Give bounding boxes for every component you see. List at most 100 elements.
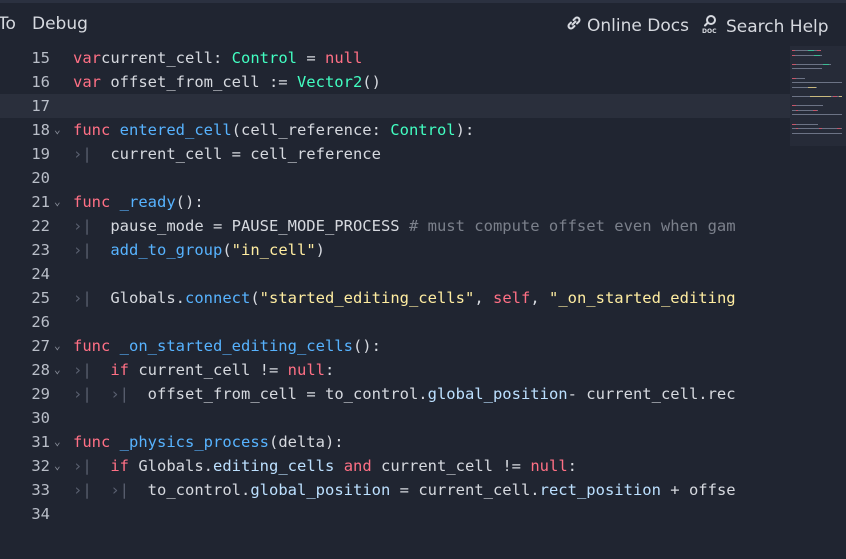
code-text: func _on_started_editing_cells(): — [73, 334, 783, 358]
line-number: 21 — [31, 193, 50, 211]
fold-arrow-icon[interactable]: ⌄ — [54, 118, 66, 142]
code-text: ›| pause_mode = PAUSE_MODE_PROCESS # mus… — [73, 214, 783, 238]
tab-indent-icon: ›| — [73, 145, 92, 163]
tab-indent-icon: ›| — [73, 457, 92, 475]
minimap-stroke — [816, 86, 817, 88]
line-number: 18 — [31, 121, 50, 139]
code-line[interactable]: 31 ⌄ func _physics_process(delta): — [0, 430, 790, 454]
code-line[interactable]: 29 ›| ›| offset_from_cell = to_control.gl… — [0, 382, 790, 406]
minimap-stroke — [827, 114, 841, 116]
tab-indent-icon: ›| — [73, 481, 92, 499]
code-line[interactable]: 25 ›| Globals.connect("started_editing_ce… — [0, 286, 790, 310]
code-line[interactable]: 17 — [0, 94, 790, 118]
line-number: 19 — [31, 145, 50, 163]
minimap-stroke — [802, 77, 805, 79]
line-number: 23 — [31, 241, 50, 259]
line-number: 20 — [31, 169, 50, 187]
code-token: pause_mode = PAUSE_MODE_PROCESS — [91, 217, 409, 235]
code-token: Globals. — [129, 457, 214, 475]
code-token: # must compute offset even when gam — [408, 217, 736, 235]
online-docs-button[interactable]: Online Docs — [565, 14, 689, 37]
code-token: "_on_started_editing — [548, 289, 736, 307]
code-token: to_control. — [129, 481, 251, 499]
online-docs-label: Online Docs — [587, 15, 689, 36]
line-number: 26 — [31, 313, 50, 331]
fold-arrow-icon[interactable]: ⌄ — [54, 430, 66, 454]
tab-indent-icon: ›| — [73, 241, 92, 259]
code-token: (): — [352, 337, 381, 355]
search-help-button[interactable]: DOC Search Help — [702, 14, 829, 39]
code-line[interactable]: 24 — [0, 262, 790, 286]
menu-debug[interactable]: Debug — [32, 14, 88, 34]
minimap-stroke — [838, 132, 842, 134]
code-line[interactable]: 27 ⌄ func _on_started_editing_cells(): — [0, 334, 790, 358]
link-icon — [565, 14, 583, 37]
code-minimap[interactable] — [790, 46, 846, 146]
code-token: Globals. — [91, 289, 185, 307]
menu-bar: To Debug Online Docs DOC Search Help — [0, 0, 846, 46]
svg-text:DOC: DOC — [702, 28, 717, 34]
code-line[interactable]: 28 ⌄ ›| if current_cell != null: — [0, 358, 790, 382]
minimap-stroke — [841, 128, 842, 130]
code-line[interactable]: 16 var offset_from_cell := Vector2() — [0, 70, 790, 94]
tab-indent-icon: ›| — [73, 385, 92, 403]
code-token: "started_editing_cells" — [259, 289, 475, 307]
code-token: current_cell = cell_reference — [91, 145, 381, 163]
minimap-stroke — [794, 96, 803, 97]
minimap-stroke — [810, 132, 824, 134]
code-token: offset_from_cell := — [101, 73, 297, 91]
code-line[interactable]: 15 varcurrent_cell: Control = null — [0, 46, 790, 70]
code-text: ›| ›| offset_from_cell = to_control.glob… — [73, 382, 783, 406]
minimap-stroke — [820, 54, 822, 56]
minimap-stroke — [817, 50, 821, 51]
code-token: current_cell != — [129, 361, 288, 379]
line-number: 24 — [31, 265, 50, 283]
code-token: = — [296, 49, 325, 67]
code-line[interactable]: 30 — [0, 406, 790, 430]
minimap-stroke — [798, 132, 810, 134]
fold-arrow-icon[interactable]: ⌄ — [54, 358, 66, 382]
code-token: (cell_reference: — [231, 121, 391, 139]
minimap-stroke — [795, 54, 814, 56]
fold-arrow-icon[interactable]: ⌄ — [54, 334, 66, 358]
code-token: self — [492, 289, 531, 307]
code-line[interactable]: 32 ⌄ ›| if Globals.editing_cells and curre… — [0, 454, 790, 478]
code-token: offset_from_cell = to_control. — [129, 385, 428, 403]
code-token: rect_position — [539, 481, 661, 499]
fold-arrow-icon[interactable]: ⌄ — [54, 454, 66, 478]
menu-goto[interactable]: To — [0, 14, 16, 34]
search-help-label: Search Help — [726, 16, 829, 37]
code-token: global_position — [250, 481, 391, 499]
code-line[interactable]: 18 ⌄ func entered_cell(cell_reference: Con… — [0, 118, 790, 142]
code-editor[interactable]: 15 varcurrent_cell: Control = null 16 var o… — [0, 46, 846, 559]
code-token: _ready — [119, 193, 176, 211]
code-token: - current_cell.rec — [567, 385, 736, 403]
code-token: _physics_process — [119, 433, 269, 451]
code-line[interactable]: 23 ›| add_to_group("in_cell") — [0, 238, 790, 262]
code-token: ( — [250, 289, 260, 307]
code-token: Control — [231, 49, 297, 67]
code-line[interactable]: 21 ⌄ func _ready(): — [0, 190, 790, 214]
fold-arrow-icon[interactable]: ⌄ — [54, 190, 66, 214]
tab-strip-edge — [0, 0, 846, 3]
code-text: func _physics_process(delta): — [73, 430, 783, 454]
code-text: ›| add_to_group("in_cell") — [73, 238, 783, 262]
code-line[interactable]: 20 — [0, 166, 790, 190]
code-line[interactable]: 33 ›| ›| to_control.global_position = cur… — [0, 478, 790, 502]
code-line[interactable]: 34 — [0, 502, 790, 526]
code-token: ( — [222, 241, 232, 259]
code-token: func — [73, 121, 111, 139]
code-line[interactable]: 19 ›| current_cell = cell_reference — [0, 142, 790, 166]
minimap-stroke — [824, 132, 838, 134]
line-number: 27 — [31, 337, 50, 355]
minimap-stroke — [798, 128, 806, 130]
line-number: 16 — [31, 73, 50, 91]
code-token: "in_cell" — [231, 241, 316, 259]
code-line[interactable]: 26 — [0, 310, 790, 334]
doc-search-icon: DOC — [702, 14, 722, 39]
code-token: : — [324, 361, 335, 379]
code-line[interactable]: 22 ›| pause_mode = PAUSE_MODE_PROCESS # m… — [0, 214, 790, 238]
